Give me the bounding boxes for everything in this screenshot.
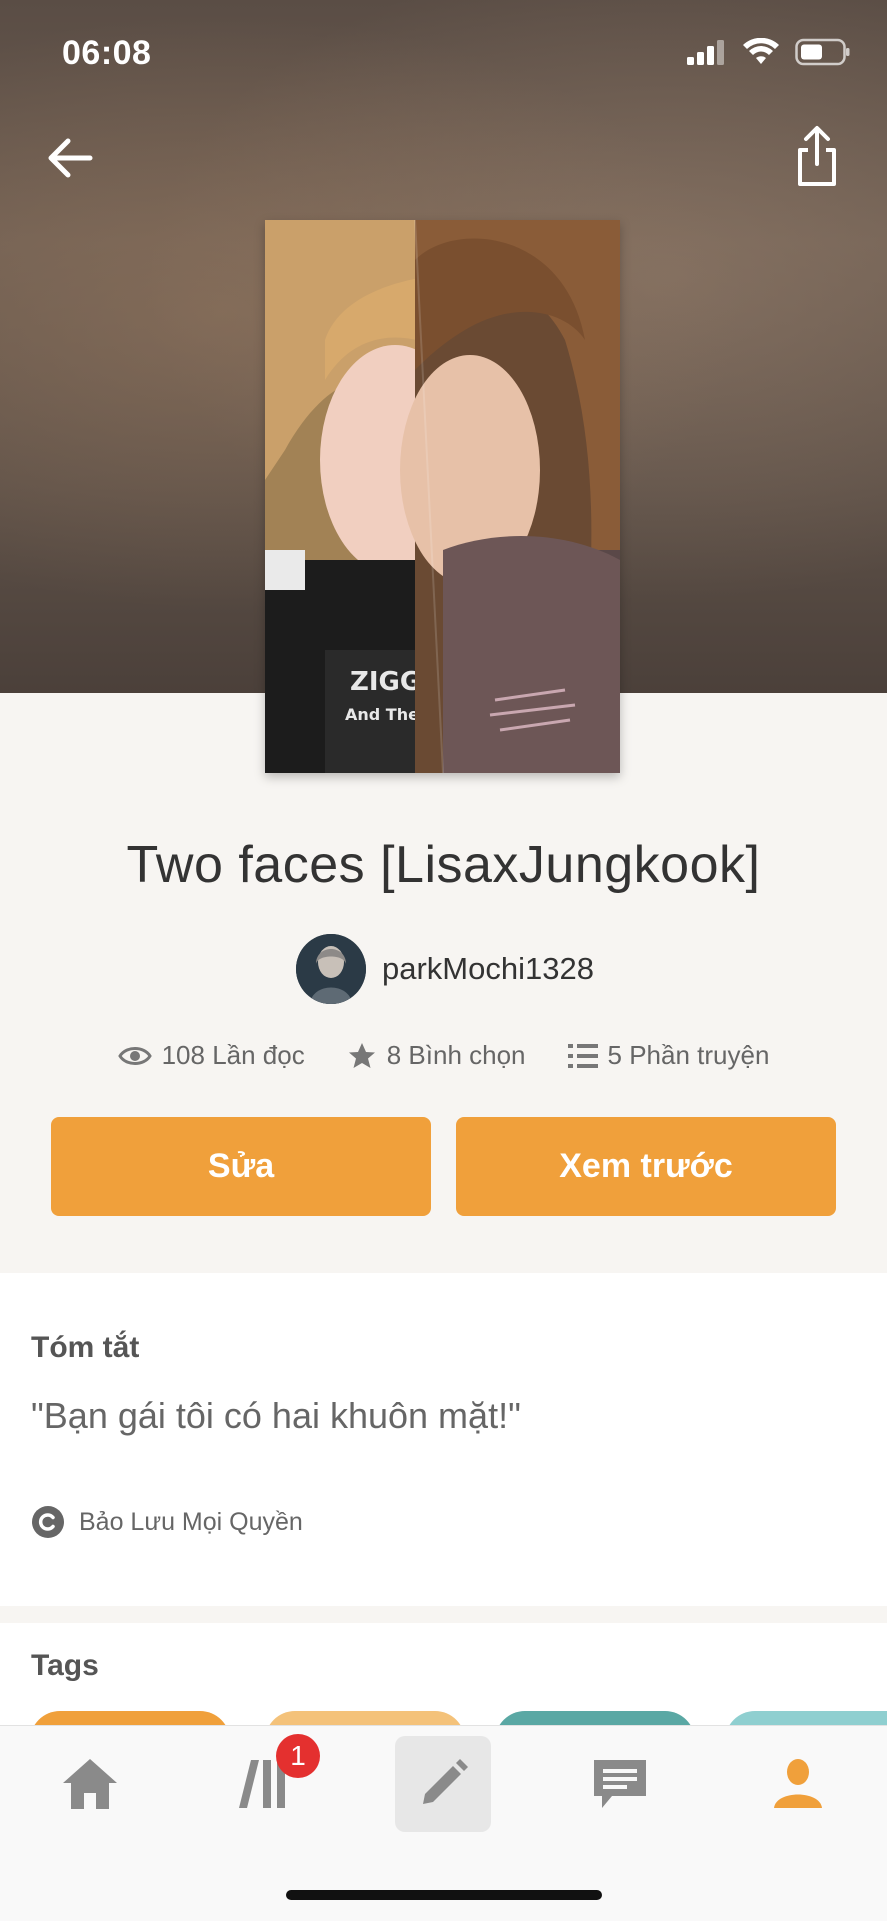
copyright-text: Bảo Lưu Mọi Quyền [79,1507,303,1536]
tab-messages[interactable] [572,1736,668,1832]
share-icon [798,126,836,186]
votes-stat: 8 Bình chọn [347,1040,526,1071]
copyright-icon [32,1506,64,1538]
story-stats: 108 Lần đọc 8 Bình chọn 5 Phần truyện [0,1040,887,1071]
notification-badge: 1 [276,1734,320,1778]
eye-icon [117,1046,152,1065]
message-icon [594,1760,646,1808]
parts-count: 5 Phần truyện [607,1040,770,1070]
author-name[interactable]: parkMochi1328 [382,951,594,987]
arrow-left-icon [48,138,93,178]
tab-home[interactable] [42,1736,138,1832]
list-icon [567,1043,598,1068]
summary-section: Tóm tắt "Bạn gái tôi có hai khuôn mặt!" … [0,1273,887,1606]
home-icon [63,1759,117,1809]
parts-stat: 5 Phần truyện [567,1040,770,1071]
story-cover-image: ZIGGY S And The Spide [265,220,620,773]
tab-profile[interactable] [750,1736,846,1832]
author-row[interactable]: parkMochi1328 [296,934,594,1004]
back-button[interactable] [42,128,102,188]
summary-heading: Tóm tắt [31,1331,140,1364]
edit-button[interactable]: Sửa [51,1117,431,1216]
status-icons [687,38,851,66]
votes-count: 8 Bình chọn [386,1040,526,1070]
pencil-icon [423,1759,468,1804]
status-time: 06:08 [62,34,152,72]
battery-icon [795,38,850,66]
preview-button[interactable]: Xem trước [456,1117,836,1216]
reads-count: 108 Lần đọc [161,1040,305,1070]
tab-library[interactable]: 1 [218,1734,320,1832]
share-button[interactable] [787,124,847,190]
author-avatar[interactable] [296,934,366,1004]
star-icon [348,1042,375,1068]
story-title: Two faces [LisaxJungkook] [126,836,761,894]
profile-icon [774,1759,822,1808]
copyright-row: Bảo Lưu Mọi Quyền [31,1505,303,1539]
signal-icon [687,40,724,65]
wifi-icon [743,38,779,64]
summary-text: "Bạn gái tôi có hai khuôn mặt!" [31,1395,521,1436]
home-indicator [286,1890,602,1900]
reads-stat: 108 Lần đọc [117,1040,305,1071]
tags-heading: Tags [31,1649,99,1682]
tab-write[interactable] [395,1736,491,1832]
